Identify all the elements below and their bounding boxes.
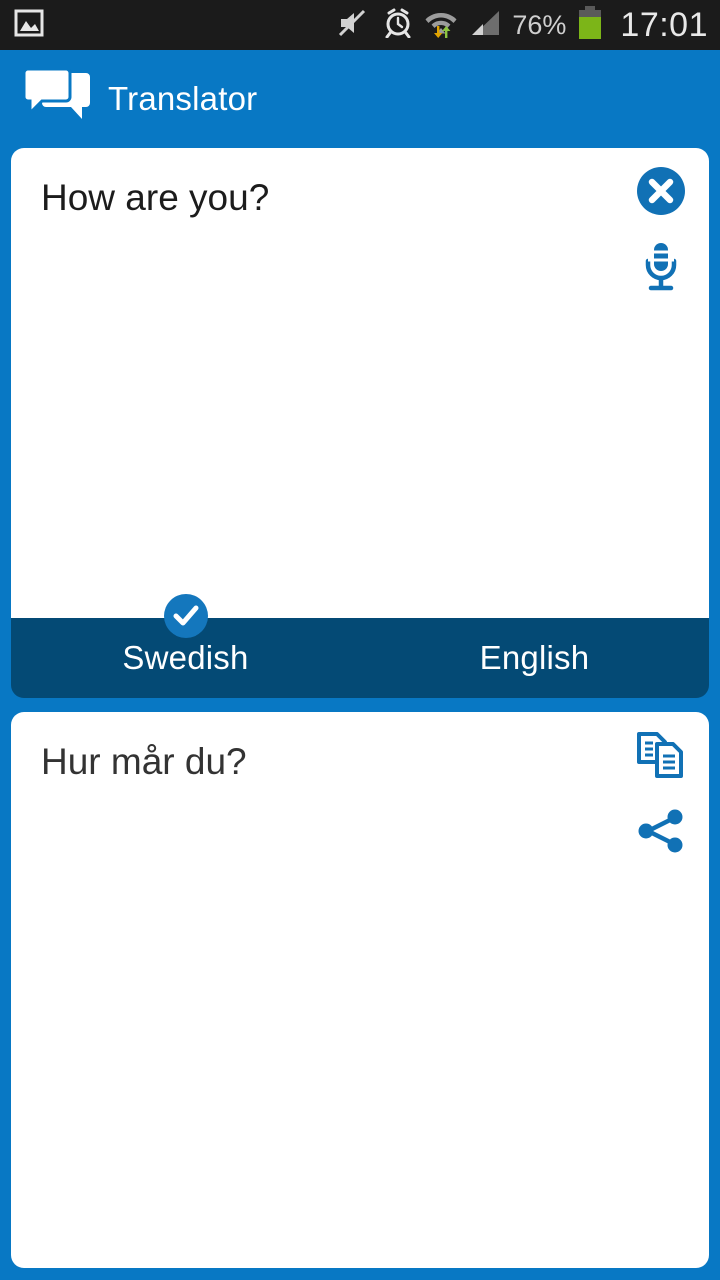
microphone-icon[interactable] [631,238,691,296]
source-card-actions [625,162,697,296]
result-card-actions [625,726,697,860]
photo-icon [14,8,44,43]
copy-icon[interactable] [631,726,691,784]
status-bar: 76% 17:01 [0,0,720,50]
source-language-label: Swedish [122,639,249,676]
page-title: Translator [108,80,258,117]
alarm-clock-icon [383,8,413,43]
cellular-signal-icon [469,8,501,43]
translated-text: Hur mår du? [41,741,247,782]
translation-result-card[interactable]: Hur mår du? [11,712,709,1268]
check-circle-icon [163,594,208,638]
clear-circle-icon[interactable] [631,162,691,220]
app-header: Translator [0,50,720,148]
status-bar-clock: 17:01 [620,6,708,44]
battery-icon [577,5,603,45]
source-language-button[interactable]: Swedish [11,594,360,677]
sound-muted-icon [338,8,372,43]
chat-bubbles-icon [22,67,90,130]
source-text-card[interactable]: How are you? [11,148,709,618]
source-text[interactable]: How are you? [41,175,589,221]
battery-percent-label: 76% [512,9,567,40]
language-selector-bar: Swedish English [11,594,709,698]
share-icon[interactable] [631,802,691,860]
target-language-label: English [479,639,590,676]
status-bar-system-icons: 76% 17:01 [338,5,708,45]
status-bar-notifications [14,8,44,43]
target-language-button[interactable]: English [360,639,709,677]
wifi-data-transfer-icon [424,7,458,44]
